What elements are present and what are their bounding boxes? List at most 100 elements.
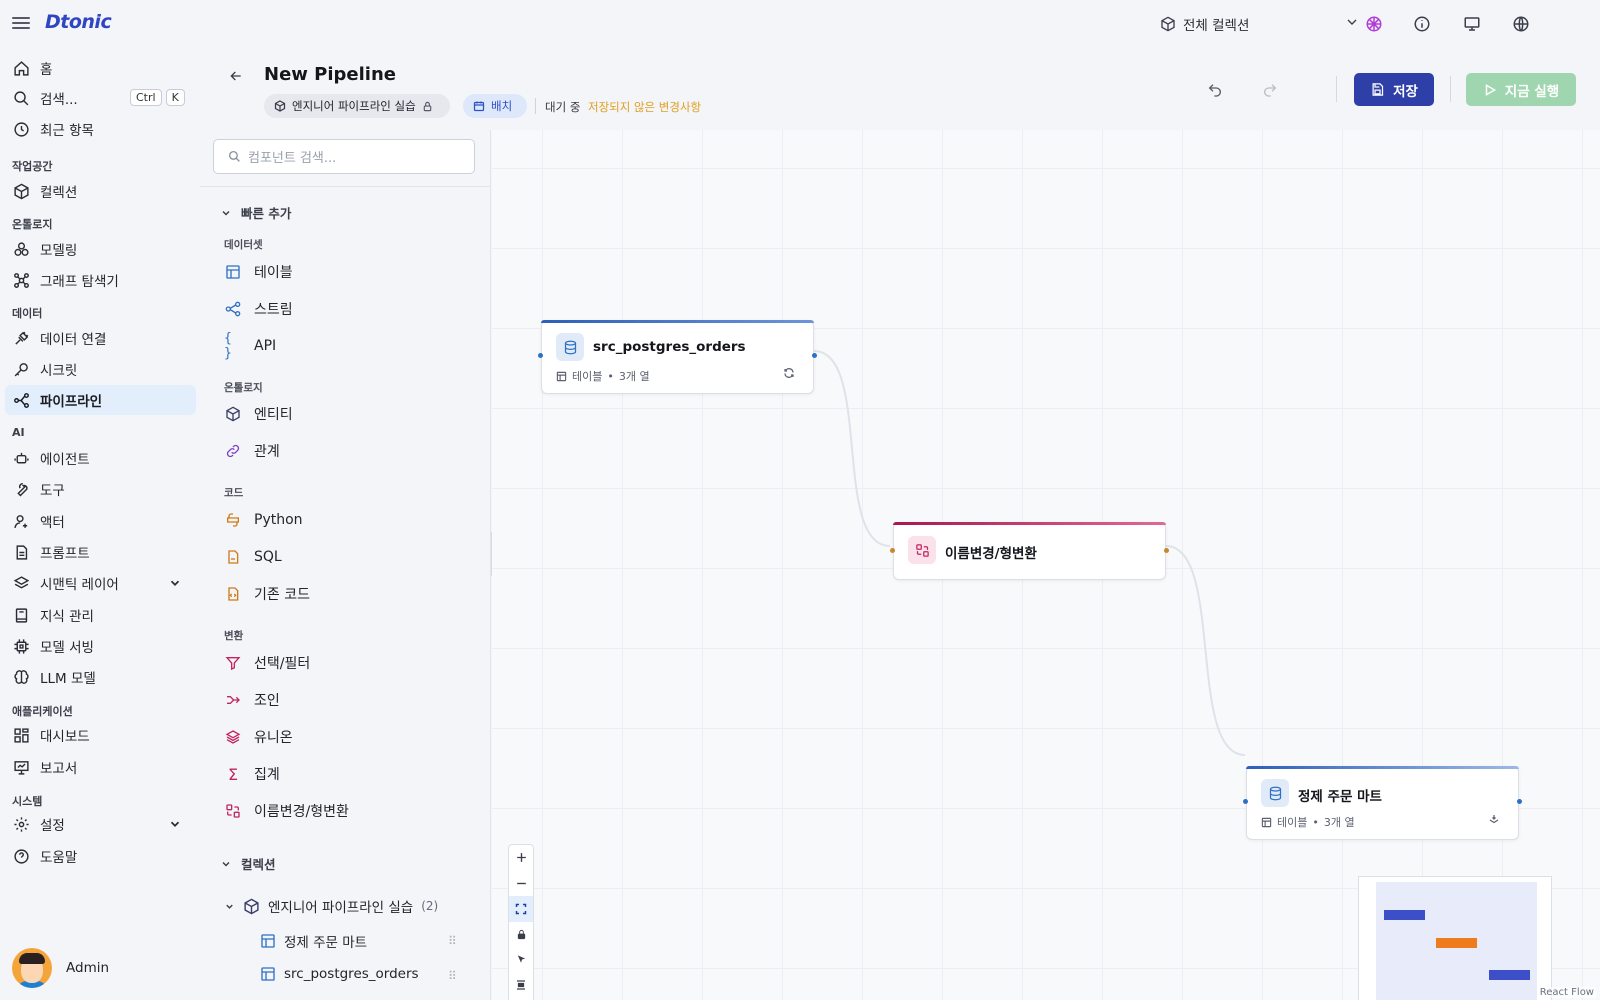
component-sql[interactable]: SQL [224, 544, 282, 570]
sidebar-item-label: 도구 [40, 483, 65, 499]
tree-dataset-item[interactable]: src_postgres_orders [260, 966, 419, 982]
plug-icon [15, 331, 29, 345]
lock-button[interactable] [509, 922, 533, 948]
align-button[interactable] [509, 973, 533, 999]
palette-icon[interactable] [1363, 13, 1385, 35]
sidebar-item-recent[interactable]: 최근 항목 [5, 114, 196, 144]
materialize-button[interactable] [1488, 813, 1500, 829]
react-flow-attribution[interactable]: React Flow [1537, 987, 1596, 998]
quick-add-toggle[interactable]: 빠른 추가 [220, 203, 291, 222]
collections-toggle[interactable]: 컬렉션 [220, 854, 276, 873]
calendar-icon [473, 101, 485, 112]
zoom-out-button[interactable] [509, 871, 533, 897]
section-data: 데이터 [12, 307, 43, 320]
component-join[interactable]: 조인 [224, 687, 280, 713]
sidebar-item-label: 대시보드 [40, 729, 90, 745]
cube-icon [244, 898, 259, 914]
sidebar-item-tool[interactable]: 도구 [5, 474, 196, 504]
component-label: 집계 [254, 767, 280, 783]
component-entity[interactable]: 엔티티 [224, 401, 293, 427]
sidebar-item-model-serving[interactable]: 모델 서빙 [5, 631, 196, 661]
project-badge[interactable]: 엔지니어 파이프라인 실습 [264, 94, 450, 118]
globe-icon[interactable] [1510, 13, 1532, 35]
fit-view-button[interactable] [509, 896, 533, 922]
node-source[interactable]: src_postgres_orders 테이블 • 3개 열 [538, 320, 817, 394]
status-divider [535, 98, 536, 114]
edge-source-to-transform[interactable] [813, 350, 891, 547]
monitor-icon[interactable] [1461, 13, 1483, 35]
component-rename[interactable]: 이름변경/형변환 [224, 798, 349, 824]
drag-handle-icon[interactable]: ⠿ [448, 969, 457, 983]
component-api[interactable]: { } API [224, 331, 276, 361]
component-filter[interactable]: 선택/필터 [224, 650, 310, 676]
sidebar-item-agent[interactable]: 에이전트 [5, 443, 196, 473]
component-python[interactable]: Python [224, 507, 303, 533]
search-icon [228, 150, 240, 162]
select-mode-button[interactable] [509, 947, 533, 973]
key-icon [14, 362, 28, 376]
sidebar-item-graph[interactable]: 그래프 탐색기 [5, 265, 196, 295]
tree-dataset-item[interactable]: 정제 주문 마트 [260, 931, 367, 951]
sidebar-item-data-connection[interactable]: 데이터 연결 [5, 323, 196, 353]
refresh-button[interactable] [783, 367, 795, 383]
cube-icon [226, 406, 240, 422]
sidebar-item-llm[interactable]: LLM 모델 [5, 662, 196, 692]
sidebar-item-modeling[interactable]: 모델링 [5, 234, 196, 264]
sidebar-item-pipeline[interactable]: 파이프라인 [5, 385, 196, 415]
category-transform: 변환 [224, 630, 244, 642]
tree-project[interactable]: 엔지니어 파이프라인 실습 (2) [224, 896, 438, 916]
sidebar-item-knowledge[interactable]: 지식 관리 [5, 600, 196, 630]
run-now-button-label: 지금 실행 [1504, 83, 1560, 100]
sidebar-item-collection[interactable]: 컬렉션 [5, 176, 196, 206]
sidebar-item-settings[interactable]: 설정 [5, 809, 196, 839]
undo-button[interactable] [1203, 78, 1227, 102]
node-input-handle[interactable] [538, 353, 543, 358]
component-relation[interactable]: 관계 [224, 438, 280, 464]
mode-badge[interactable]: 배치 [463, 94, 527, 118]
drag-handle-icon[interactable]: ⠿ [448, 934, 457, 948]
flow-canvas[interactable]: src_postgres_orders 테이블 • 3개 열 이름변경/형변환 … [492, 130, 1600, 1000]
code-file-icon [228, 587, 239, 601]
redo-button[interactable] [1258, 78, 1282, 102]
page-title: New Pipeline [264, 64, 396, 85]
sidebar-item-home[interactable]: 홈 [5, 53, 196, 83]
edge-transform-to-sink[interactable] [1165, 545, 1246, 756]
component-legacy-code[interactable]: 기존 코드 [224, 581, 310, 607]
cube-icon [14, 183, 29, 199]
component-search-input[interactable]: 컴포넌트 검색... [213, 139, 475, 174]
component-aggregate[interactable]: Σ 집계 [224, 761, 280, 787]
user-profile[interactable]: Admin [12, 948, 109, 988]
component-union[interactable]: 유니온 [224, 724, 293, 750]
component-table[interactable]: 테이블 [224, 259, 293, 285]
sidebar-item-secret[interactable]: 시크릿 [5, 354, 196, 384]
run-now-button[interactable]: 지금 실행 [1466, 73, 1576, 106]
node-input-handle[interactable] [1243, 799, 1248, 804]
logo[interactable]: Dtonic [45, 11, 112, 33]
node-output-handle[interactable] [1517, 799, 1522, 804]
info-icon[interactable] [1411, 13, 1433, 35]
node-sink[interactable]: 정제 주문 마트 테이블 • 3개 열 [1243, 766, 1522, 840]
meta-separator-dot: • [607, 369, 614, 383]
save-button[interactable]: 저장 [1354, 73, 1434, 106]
menu-icon[interactable] [12, 14, 30, 32]
collection-select[interactable]: 전체 컬렉션 [1160, 10, 1360, 38]
sidebar-item-dashboard[interactable]: 대시보드 [5, 720, 196, 750]
sidebar-item-actor[interactable]: 액터 [5, 506, 196, 536]
back-button[interactable] [228, 68, 244, 88]
zoom-in-button[interactable] [509, 845, 533, 871]
fit-view-icon [515, 903, 527, 914]
sidebar-item-label: 프롬프트 [40, 546, 90, 562]
sidebar-item-semantic[interactable]: 시맨틱 레이어 [5, 568, 196, 598]
node-input-handle[interactable] [890, 548, 895, 553]
kbd-k: K [165, 89, 185, 106]
sidebar-item-help[interactable]: 도움말 [5, 841, 196, 871]
layers-icon [225, 730, 241, 744]
component-stream[interactable]: 스트림 [224, 296, 293, 322]
minimap[interactable] [1358, 876, 1552, 1000]
node-output-handle[interactable] [812, 353, 817, 358]
project-badge-label: 엔지니어 파이프라인 실습 [292, 99, 416, 113]
node-output-handle[interactable] [1164, 548, 1169, 553]
sidebar-item-report[interactable]: 보고서 [5, 752, 196, 782]
sidebar-item-prompt[interactable]: 프롬프트 [5, 537, 196, 567]
node-transform[interactable]: 이름변경/형변환 [890, 522, 1169, 580]
